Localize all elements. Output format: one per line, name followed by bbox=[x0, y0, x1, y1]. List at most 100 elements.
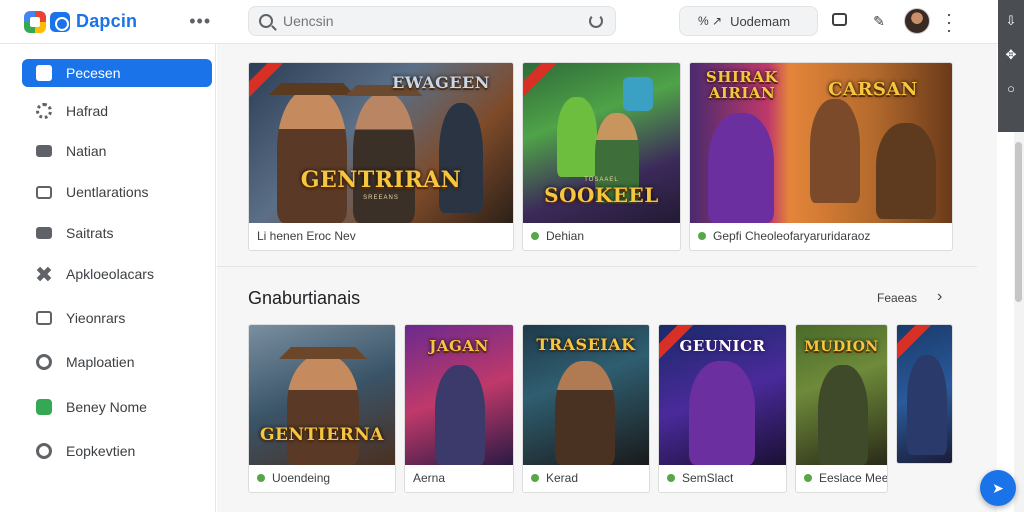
card-caption-text: Eeslace Mee bbox=[819, 471, 887, 485]
sidebar-item-messages[interactable]: Saitrats bbox=[22, 219, 212, 247]
mail-icon bbox=[36, 227, 52, 239]
game-card[interactable]: GENTIERNA Uoendeing bbox=[248, 324, 396, 493]
card-caption-text: SemSlact bbox=[682, 471, 734, 485]
kebab-menu-icon[interactable]: · · · bbox=[944, 5, 954, 39]
status-dot bbox=[667, 474, 675, 482]
character-art bbox=[277, 89, 347, 223]
more-horizontal-icon[interactable]: ••• bbox=[189, 11, 211, 32]
send-fab-button[interactable]: ➤ bbox=[980, 470, 1016, 506]
character-art bbox=[689, 361, 755, 465]
sidebar-item-home[interactable]: Beney Nome bbox=[22, 393, 212, 421]
character-art bbox=[907, 355, 947, 455]
game-card[interactable] bbox=[896, 324, 953, 464]
search-input[interactable] bbox=[283, 13, 573, 29]
upload-icon bbox=[36, 311, 52, 325]
search-bar[interactable] bbox=[248, 6, 616, 36]
sidebar-item-label: Hafrad bbox=[66, 103, 109, 119]
screen-icon[interactable] bbox=[832, 13, 847, 26]
game-thumbnail: SHIRAK AIRIAN CARSAN bbox=[690, 63, 952, 223]
logo-mark-icon bbox=[24, 10, 46, 33]
store-icon bbox=[36, 65, 52, 81]
game-thumbnail: SOOKEEL TOSAAEL bbox=[523, 63, 680, 223]
game-card[interactable]: GEUNICR SemSlact bbox=[658, 324, 787, 493]
sidebar: Pecesen Hafrad Natian Uentlarations Sait… bbox=[0, 44, 216, 512]
sidebar-item-settings[interactable]: Hafrad bbox=[22, 97, 212, 125]
sidebar-item-label: Saitrats bbox=[66, 225, 114, 241]
chevron-right-icon[interactable]: › bbox=[937, 288, 942, 306]
character-art bbox=[555, 361, 615, 465]
game-thumbnail: EWAGEEN GENTRIRAN SREEANS bbox=[249, 63, 513, 223]
art-top-text: SHIRAK AIRIAN bbox=[705, 68, 779, 102]
sidebar-item-applications[interactable]: Apkloeolacars bbox=[22, 260, 212, 288]
sidebar-item-inbox[interactable]: Uentlarations bbox=[22, 178, 212, 206]
art-sub-text: TOSAAEL bbox=[584, 177, 619, 183]
hat-art bbox=[279, 347, 367, 359]
art-title-text: MUDION bbox=[804, 339, 879, 355]
circle-icon bbox=[36, 443, 52, 459]
featured-card[interactable]: SOOKEEL TOSAAEL Dehian bbox=[522, 62, 681, 251]
game-card[interactable]: TRASEIAK Kerad bbox=[522, 324, 650, 493]
character-art bbox=[353, 93, 415, 223]
sidebar-item-store[interactable]: Pecesen bbox=[22, 59, 212, 87]
art-title-text: GENTRIRAN bbox=[300, 167, 462, 193]
card-caption-text: Gepfi Cheoleofaryaruridaraoz bbox=[713, 229, 871, 243]
status-dot bbox=[804, 474, 812, 482]
card-caption: SemSlact bbox=[659, 464, 786, 492]
logo-badge-icon bbox=[50, 11, 70, 32]
game-card[interactable]: JAGAN Aerna bbox=[404, 324, 514, 493]
game-card[interactable]: MUDION Eeslace Mee bbox=[795, 324, 888, 493]
status-dot bbox=[531, 232, 539, 240]
card-caption: Uoendeing bbox=[249, 464, 395, 492]
sidebar-item-views[interactable]: Yieonrars bbox=[22, 304, 212, 332]
sidebar-item-label: Pecesen bbox=[66, 65, 121, 81]
section-title: Gnaburtianais bbox=[248, 288, 361, 308]
user-pill-button[interactable]: % ↗ Uodemam bbox=[679, 6, 818, 36]
gear-icon bbox=[36, 103, 52, 119]
game-thumbnail: GENTIERNA bbox=[249, 325, 395, 465]
art-title-text: GENTIERNA bbox=[260, 425, 384, 445]
art-title-text: JAGAN bbox=[429, 337, 489, 355]
art-title-text: CARSAN bbox=[828, 79, 918, 100]
card-caption: Gepfi Cheoleofaryaruridaraoz bbox=[690, 222, 952, 250]
card-caption-text: Aerna bbox=[413, 471, 446, 485]
logo[interactable]: Dapcin bbox=[24, 10, 138, 33]
card-caption-text: Uoendeing bbox=[272, 471, 331, 485]
game-thumbnail: TRASEIAK bbox=[523, 325, 649, 465]
search-icon bbox=[259, 14, 273, 28]
main-content: EWAGEEN GENTRIRAN SREEANS Li henen Eroc … bbox=[217, 44, 997, 512]
game-thumbnail bbox=[897, 325, 952, 463]
refresh-icon[interactable] bbox=[589, 14, 603, 28]
art-title-text: TRASEIAK bbox=[536, 335, 636, 354]
sidebar-item-exploration[interactable]: Eopkevtien bbox=[22, 437, 212, 465]
status-dot bbox=[257, 474, 265, 482]
sidebar-item-mail[interactable]: Natian bbox=[22, 137, 212, 165]
pen-icon[interactable]: ✎ bbox=[870, 12, 888, 30]
section-divider bbox=[217, 266, 977, 267]
new-ribbon bbox=[523, 63, 559, 100]
creature-art bbox=[557, 97, 597, 177]
move-icon[interactable]: ✥ bbox=[998, 42, 1024, 68]
featured-card[interactable]: SHIRAK AIRIAN CARSAN Gepfi Cheoleofaryar… bbox=[689, 62, 953, 251]
card-caption-text: Dehian bbox=[546, 229, 585, 243]
character-art bbox=[818, 365, 868, 465]
sidebar-item-location[interactable]: Maploatien bbox=[22, 348, 212, 376]
puzzle-icon bbox=[33, 263, 56, 286]
character-art bbox=[876, 123, 936, 219]
card-caption: Aerna bbox=[405, 464, 513, 492]
download-icon[interactable]: ⇩ bbox=[998, 8, 1024, 34]
sidebar-item-label: Yieonrars bbox=[66, 310, 126, 326]
game-thumbnail: JAGAN bbox=[405, 325, 513, 465]
scrollbar-thumb[interactable] bbox=[1015, 142, 1022, 302]
share-icon: % ↗ bbox=[698, 14, 723, 28]
see-more-link[interactable]: Feaeas bbox=[877, 291, 917, 305]
card-caption: Eeslace Mee bbox=[796, 464, 887, 492]
avatar[interactable] bbox=[904, 8, 930, 34]
featured-card[interactable]: EWAGEEN GENTRIRAN SREEANS Li henen Eroc … bbox=[248, 62, 514, 251]
status-dot bbox=[698, 232, 706, 240]
app-name: Dapcin bbox=[76, 11, 138, 31]
sidebar-item-label: Natian bbox=[66, 143, 107, 159]
sidebar-item-label: Beney Nome bbox=[66, 399, 147, 415]
right-rail: ⇩ ✥ ○ bbox=[998, 0, 1024, 132]
circle-icon[interactable]: ○ bbox=[998, 76, 1024, 102]
user-pill-label: Uodemam bbox=[730, 13, 791, 29]
